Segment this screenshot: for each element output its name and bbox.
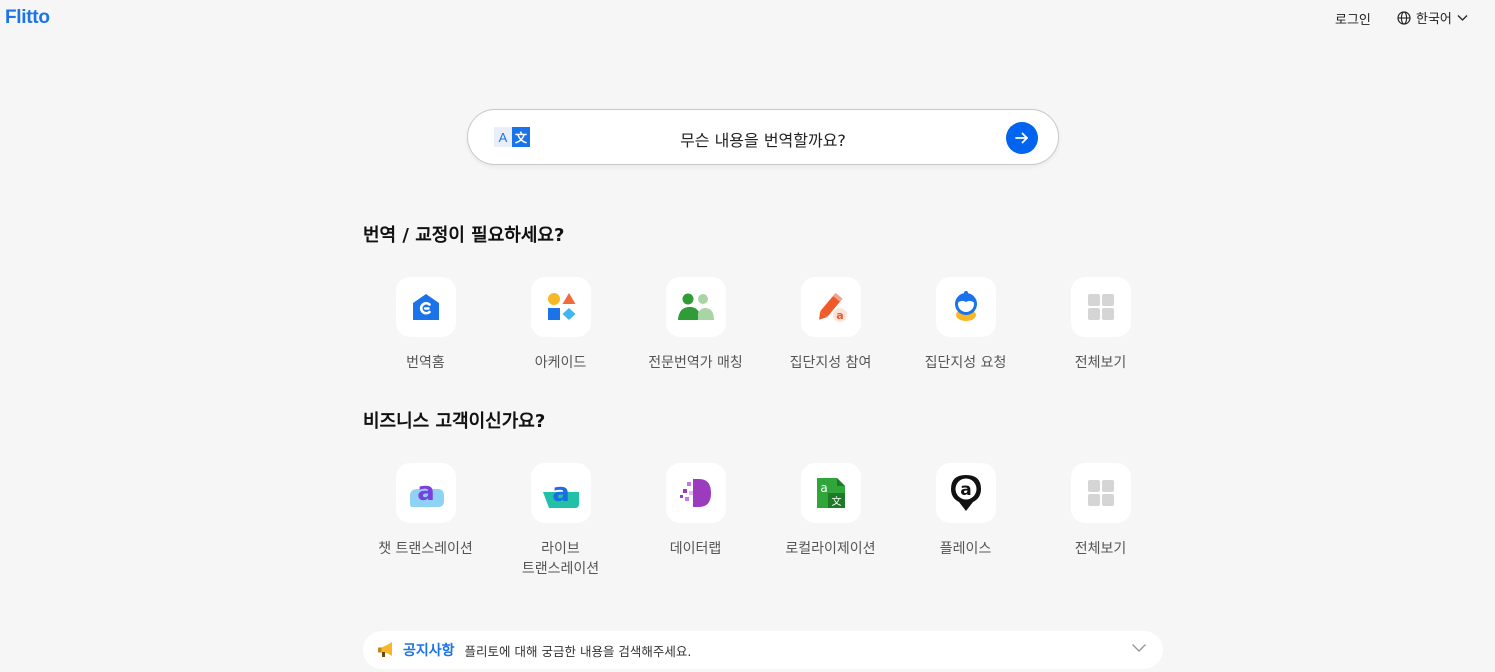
business-services-grid: a 챗 트랜스레이션 a 라이브 트랜스레이션 데이터랩 a 文 로컬라이제이션… xyxy=(358,463,1170,579)
crowd-request-icon xyxy=(935,277,996,337)
tile-label: 플레이스 xyxy=(939,541,992,557)
place-glyph: a xyxy=(960,480,971,500)
search-submit-button[interactable] xyxy=(1006,122,1038,154)
chat-translation-glyph: a xyxy=(417,477,435,507)
login-link[interactable]: 로그인 xyxy=(1335,9,1371,28)
language-selector[interactable]: 한국어 xyxy=(1397,8,1468,27)
tile-label: 전체보기 xyxy=(1074,355,1127,371)
tile-label: 챗 트랜스레이션 xyxy=(378,541,473,557)
tile-label: 전문번역가 매칭 xyxy=(648,355,743,371)
expert-matching-icon xyxy=(665,277,726,337)
flitto-logo[interactable]: Flitto xyxy=(5,7,50,29)
chevron-down-icon[interactable] xyxy=(1131,643,1147,653)
tile-label: 집단지성 요청 xyxy=(924,355,1007,371)
live-translation-icon: a xyxy=(530,463,591,523)
tile-place[interactable]: a 플레이스 xyxy=(898,463,1033,579)
tile-chat-translation[interactable]: a 챗 트랜스레이션 xyxy=(358,463,493,579)
translation-section-title: 번역 / 교정이 필요하세요? xyxy=(363,225,565,246)
tile-live-translation[interactable]: a 라이브 트랜스레이션 xyxy=(493,463,628,579)
tile-datalab[interactable]: 데이터랩 xyxy=(628,463,763,579)
notice-text: 플리토에 대해 궁금한 내용을 검색해주세요. xyxy=(464,643,692,659)
tile-view-all-business[interactable]: 전체보기 xyxy=(1033,463,1168,579)
globe-icon xyxy=(1397,10,1411,25)
business-section-title: 비즈니스 고객이신가요? xyxy=(363,411,546,432)
view-all-icon xyxy=(1070,277,1131,337)
notice-title: 공지사항 xyxy=(403,643,455,659)
translation-services-grid: 번역홈 아케이드 전문번역가 매칭 a 집단지성 참여 집단지성 요청 전체보기 xyxy=(358,277,1170,373)
live-translation-glyph: a xyxy=(552,478,570,508)
tile-translation-home[interactable]: 번역홈 xyxy=(358,277,493,373)
datalab-icon xyxy=(665,463,726,523)
tile-expert-matching[interactable]: 전문번역가 매칭 xyxy=(628,277,763,373)
tile-view-all-translation[interactable]: 전체보기 xyxy=(1033,277,1168,373)
place-icon: a xyxy=(935,463,996,523)
view-all-icon xyxy=(1070,463,1131,523)
tile-label: 라이브 트랜스레이션 xyxy=(521,541,600,577)
localization-icon: a 文 xyxy=(800,463,861,523)
translate-search-bar[interactable]: A 文 무슨 내용을 번역할까요? xyxy=(467,109,1059,165)
tile-label: 전체보기 xyxy=(1074,541,1127,557)
tile-crowd-participate[interactable]: a 집단지성 참여 xyxy=(763,277,898,373)
tile-label: 아케이드 xyxy=(534,355,587,371)
translation-home-icon xyxy=(395,277,456,337)
tile-label: 집단지성 참여 xyxy=(789,355,872,371)
localization-glyph-wen: 文 xyxy=(831,495,841,508)
crowd-participate-icon: a xyxy=(800,277,861,337)
tile-label: 번역홈 xyxy=(406,355,445,371)
search-placeholder[interactable]: 무슨 내용을 번역할까요? xyxy=(468,127,1058,151)
tile-localization[interactable]: a 文 로컬라이제이션 xyxy=(763,463,898,579)
svg-text:a: a xyxy=(836,309,843,322)
arrow-right-icon xyxy=(1015,132,1028,144)
chevron-down-icon xyxy=(1457,14,1468,21)
arcade-icon xyxy=(530,277,591,337)
tile-arcade[interactable]: 아케이드 xyxy=(493,277,628,373)
tile-crowd-request[interactable]: 집단지성 요청 xyxy=(898,277,1033,373)
chat-translation-icon: a xyxy=(395,463,456,523)
notice-bar[interactable]: 공지사항 플리토에 대해 궁금한 내용을 검색해주세요. xyxy=(363,631,1163,669)
top-bar: Flitto 로그인 한국어 xyxy=(0,0,1495,36)
megaphone-icon xyxy=(378,642,392,657)
tile-label: 데이터랩 xyxy=(669,541,722,557)
localization-glyph-a: a xyxy=(820,481,827,495)
tile-label: 로컬라이제이션 xyxy=(785,541,876,557)
language-label: 한국어 xyxy=(1416,12,1452,27)
